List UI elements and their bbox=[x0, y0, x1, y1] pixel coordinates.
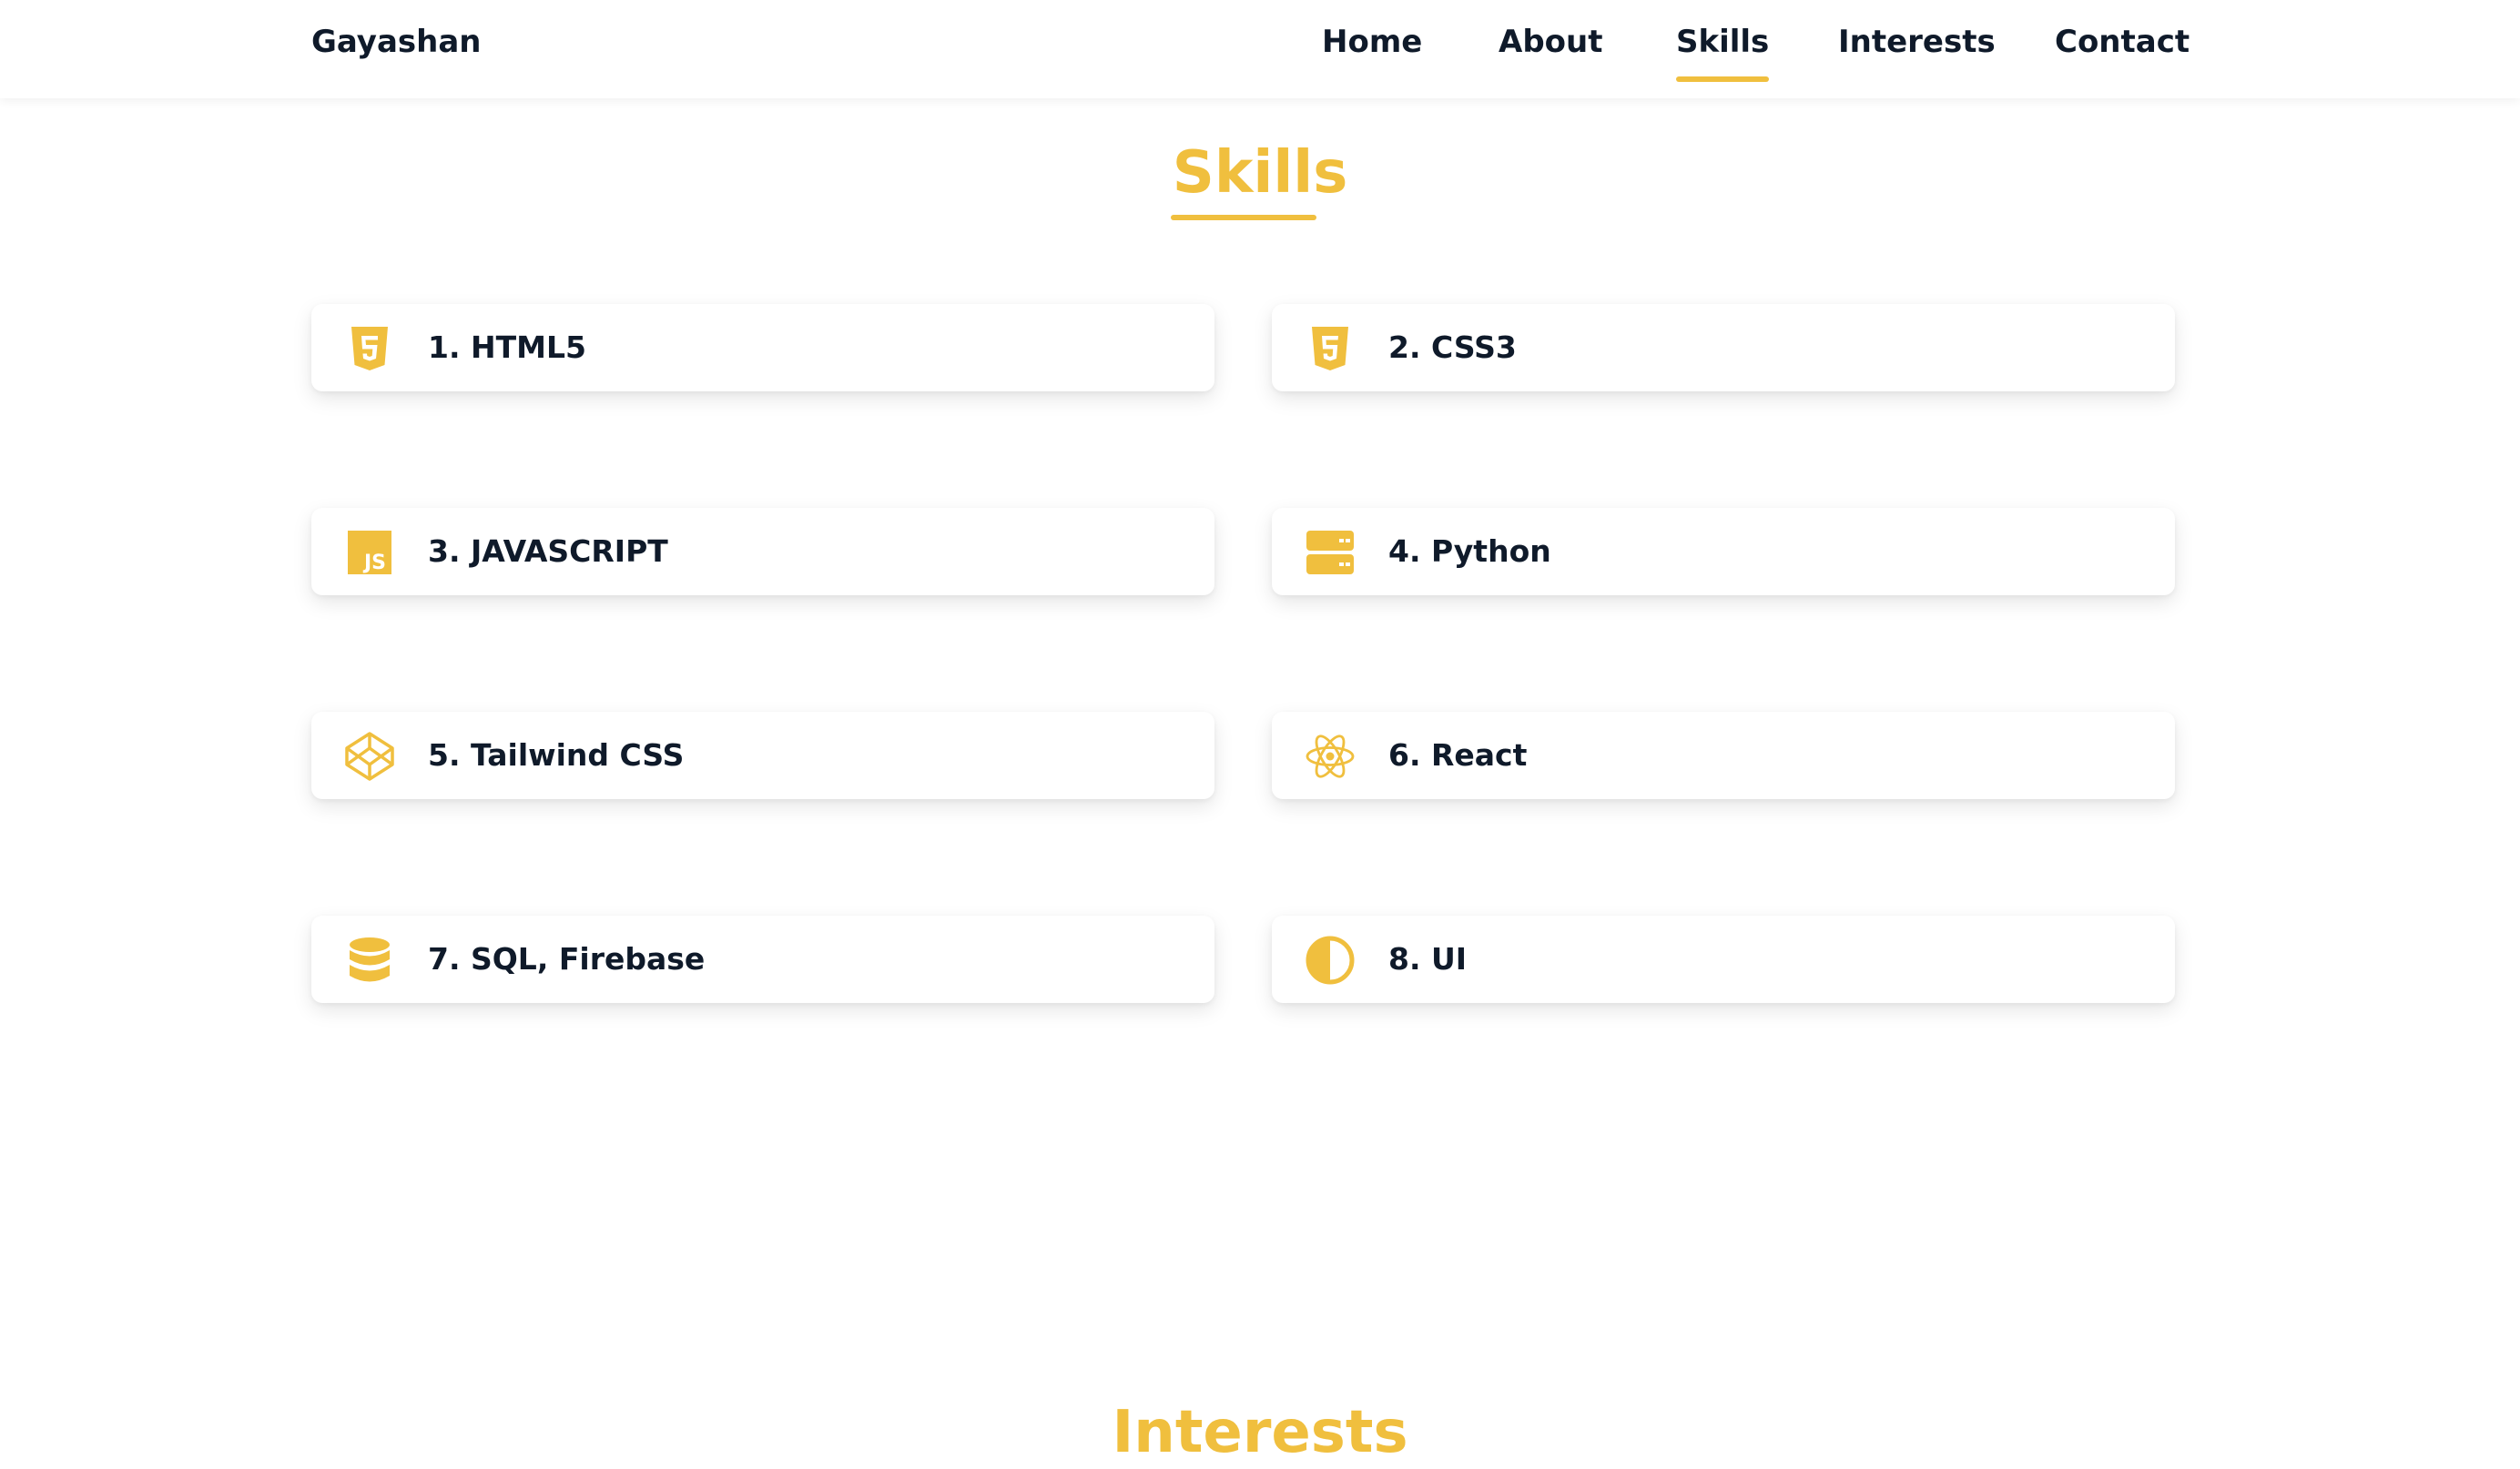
react-icon bbox=[1305, 734, 1356, 779]
skill-label: 5. Tailwind CSS bbox=[428, 737, 685, 773]
nav-link-interests[interactable]: Interests bbox=[1838, 18, 1996, 66]
skill-card-python[interactable]: 4. Python bbox=[1272, 508, 2175, 595]
skill-label: 1. HTML5 bbox=[428, 329, 586, 365]
brand-logo[interactable]: Gayashan bbox=[311, 18, 482, 66]
nav-link-home[interactable]: Home bbox=[1322, 18, 1422, 66]
server-icon bbox=[1305, 530, 1356, 575]
css3-icon bbox=[1305, 326, 1356, 371]
navbar: Gayashan Home About Skills Interests Con… bbox=[0, 0, 2520, 98]
html5-icon bbox=[344, 326, 395, 371]
interests-title: Interests bbox=[1112, 1399, 1408, 1466]
database-icon bbox=[344, 937, 395, 983]
skill-card-css3[interactable]: 2. CSS3 bbox=[1272, 304, 2175, 391]
skill-label: 6. React bbox=[1388, 737, 1528, 773]
skill-card-react[interactable]: 6. React bbox=[1272, 712, 2175, 799]
skill-label: 2. CSS3 bbox=[1388, 329, 1517, 365]
skill-label: 8. UI bbox=[1388, 941, 1468, 977]
contrast-icon bbox=[1305, 936, 1356, 985]
skill-card-ui[interactable]: 8. UI bbox=[1272, 916, 2175, 1003]
skill-label: 3. JAVASCRIPT bbox=[428, 533, 668, 569]
skill-card-html5[interactable]: 1. HTML5 bbox=[311, 304, 1214, 391]
skills-title-underline bbox=[1171, 215, 1316, 220]
nav-link-skills[interactable]: Skills bbox=[1676, 18, 1770, 82]
skill-label: 7. SQL, Firebase bbox=[428, 941, 706, 977]
skill-card-sql-firebase[interactable]: 7. SQL, Firebase bbox=[311, 916, 1214, 1003]
nav-link-contact[interactable]: Contact bbox=[2055, 18, 2190, 66]
codepen-icon bbox=[344, 732, 395, 781]
skill-label: 4. Python bbox=[1388, 533, 1551, 569]
svg-text:JS: JS bbox=[362, 552, 386, 574]
skill-card-tailwind[interactable]: 5. Tailwind CSS bbox=[311, 712, 1214, 799]
javascript-icon: JS bbox=[344, 530, 395, 575]
skill-card-javascript[interactable]: JS 3. JAVASCRIPT bbox=[311, 508, 1214, 595]
skills-title: Skills bbox=[1172, 139, 1348, 207]
nav-link-about[interactable]: About bbox=[1499, 18, 1602, 66]
